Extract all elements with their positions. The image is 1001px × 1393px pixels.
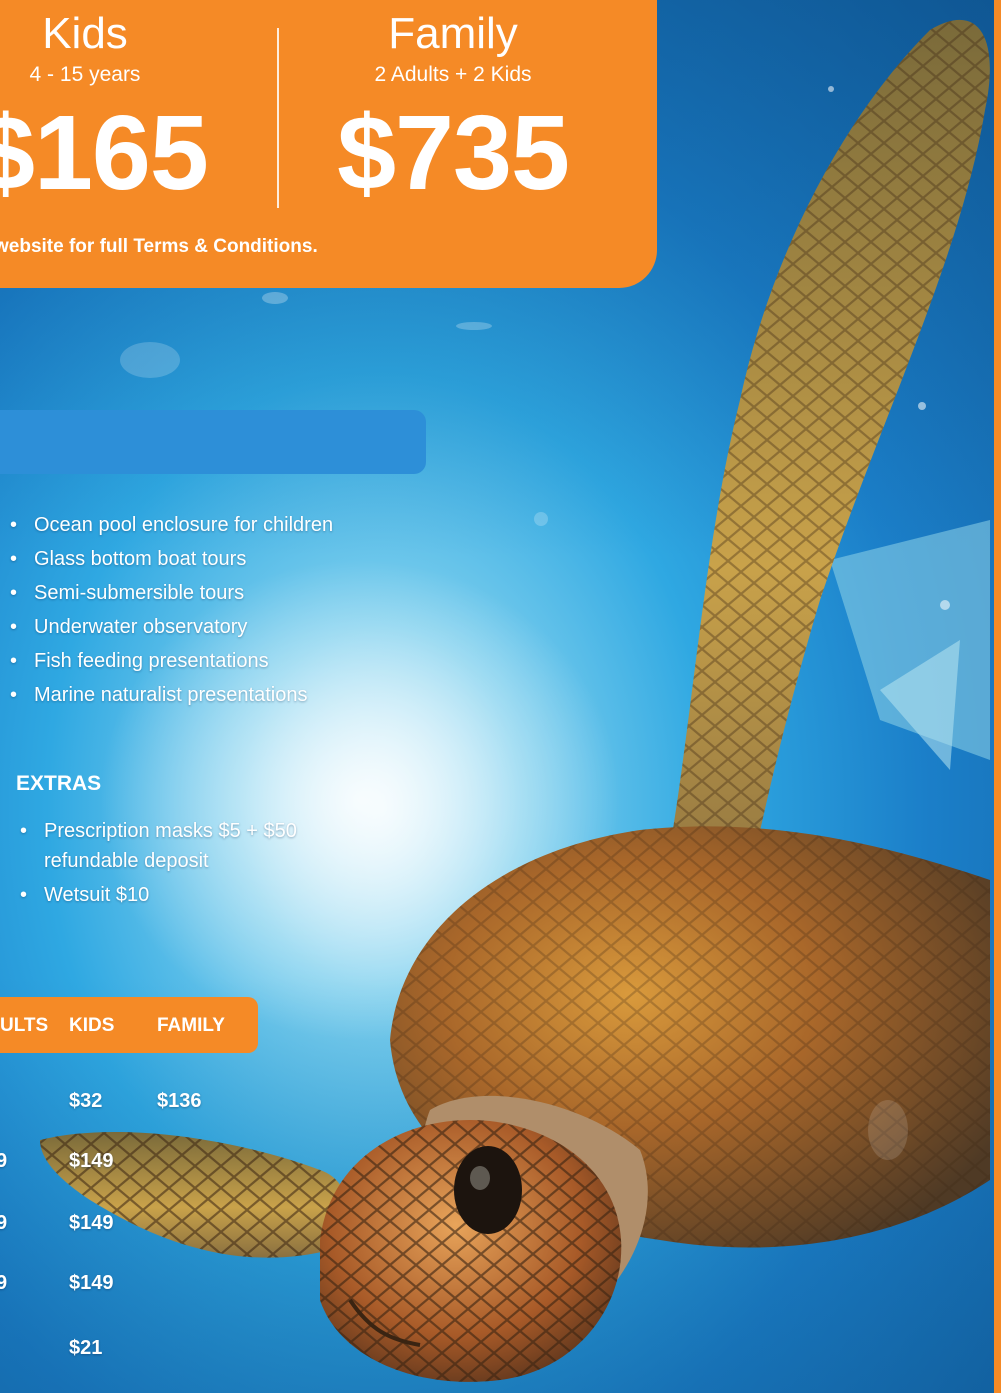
kids-age-range: 4 - 15 years [29, 63, 141, 86]
cell-family: $136 [157, 1090, 202, 1112]
cell-kids: $149 [69, 1272, 114, 1294]
price-divider [277, 28, 279, 208]
feature-item: Semi-submersible tours [4, 576, 333, 610]
header-adults: ULTS [0, 1015, 49, 1036]
features-list: Ocean pool enclosure for children Glass … [4, 508, 333, 712]
extras-item: Prescription masks $5 + $50 refundable d… [14, 816, 354, 876]
header-kids: KIDS [69, 1015, 115, 1036]
bubble [868, 1100, 908, 1160]
cell-adults: 9 [0, 1272, 8, 1294]
bubble [918, 402, 926, 410]
section-band [0, 410, 426, 474]
feature-item: Marine naturalist presentations [4, 678, 333, 712]
cell-adults: 9 [0, 1150, 8, 1172]
kids-price: $165 [0, 94, 209, 212]
cell-adults: 9 [0, 1212, 8, 1234]
right-edge-stripe [994, 0, 1001, 1393]
family-title: Family [388, 9, 518, 58]
feature-item: Ocean pool enclosure for children [4, 508, 333, 542]
kids-title: Kids [42, 9, 128, 58]
bubble [828, 86, 834, 92]
feature-item: Fish feeding presentations [4, 644, 333, 678]
cell-kids: $32 [69, 1090, 103, 1112]
bubble [262, 292, 288, 304]
family-price: $735 [337, 94, 570, 212]
bubble [940, 600, 950, 610]
feature-item: Underwater observatory [4, 610, 333, 644]
header-family: FAMILY [157, 1015, 225, 1036]
kids-price-column: Kids 4 - 15 years $165 [0, 8, 209, 212]
extras-heading: EXTRAS [16, 772, 102, 795]
family-group-size: 2 Adults + 2 Kids [374, 63, 532, 86]
extras-item: Wetsuit $10 [14, 880, 354, 910]
extras-list: Prescription masks $5 + $50 refundable d… [14, 816, 354, 914]
bubble [120, 342, 180, 378]
family-price-column: Family 2 Adults + 2 Kids $735 [328, 8, 578, 208]
cell-kids: $149 [69, 1212, 114, 1234]
bubble [456, 322, 492, 330]
cell-kids: $21 [69, 1337, 103, 1359]
rates-table-header: ULTS KIDS FAMILY [0, 997, 258, 1053]
cell-kids: $149 [69, 1150, 114, 1172]
bubble [534, 512, 548, 526]
terms-note: website for full Terms & Conditions. [0, 236, 318, 257]
feature-item: Glass bottom boat tours [4, 542, 333, 576]
